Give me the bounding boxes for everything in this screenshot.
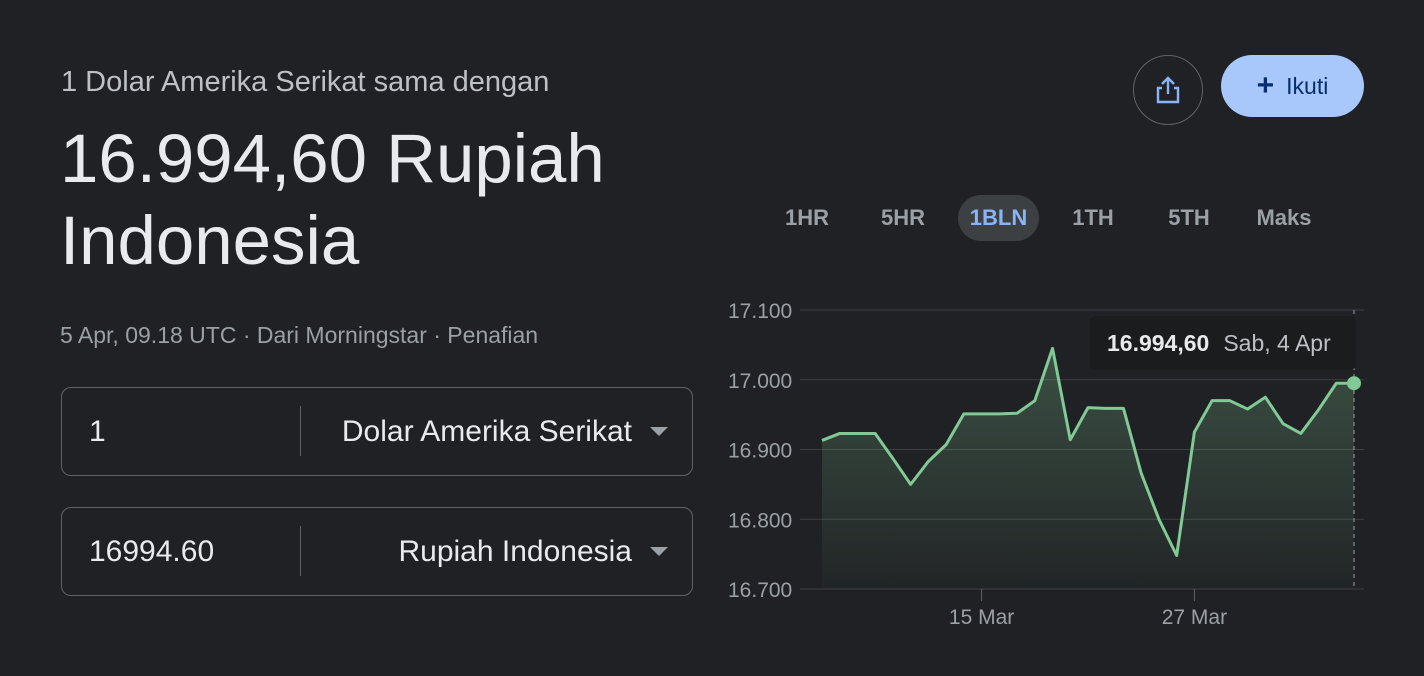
y-tick-label: 16.800: [728, 509, 792, 532]
y-tick-label: 17.000: [728, 370, 792, 393]
series-area: [822, 348, 1354, 589]
data-point: [1347, 376, 1361, 391]
y-tick-label: 16.700: [728, 579, 792, 602]
y-tick-label: 17.100: [728, 300, 792, 323]
x-tick-label: 27 Mar: [1162, 606, 1227, 629]
x-tick-label: 15 Mar: [949, 606, 1014, 629]
tooltip-date: Sab, 4 Apr: [1223, 329, 1331, 356]
y-tick-label: 16.900: [728, 440, 792, 463]
tooltip-value: 16.994,60: [1107, 329, 1210, 356]
chart-tooltip: 16.994,60 Sab, 4 Apr: [1090, 316, 1356, 370]
